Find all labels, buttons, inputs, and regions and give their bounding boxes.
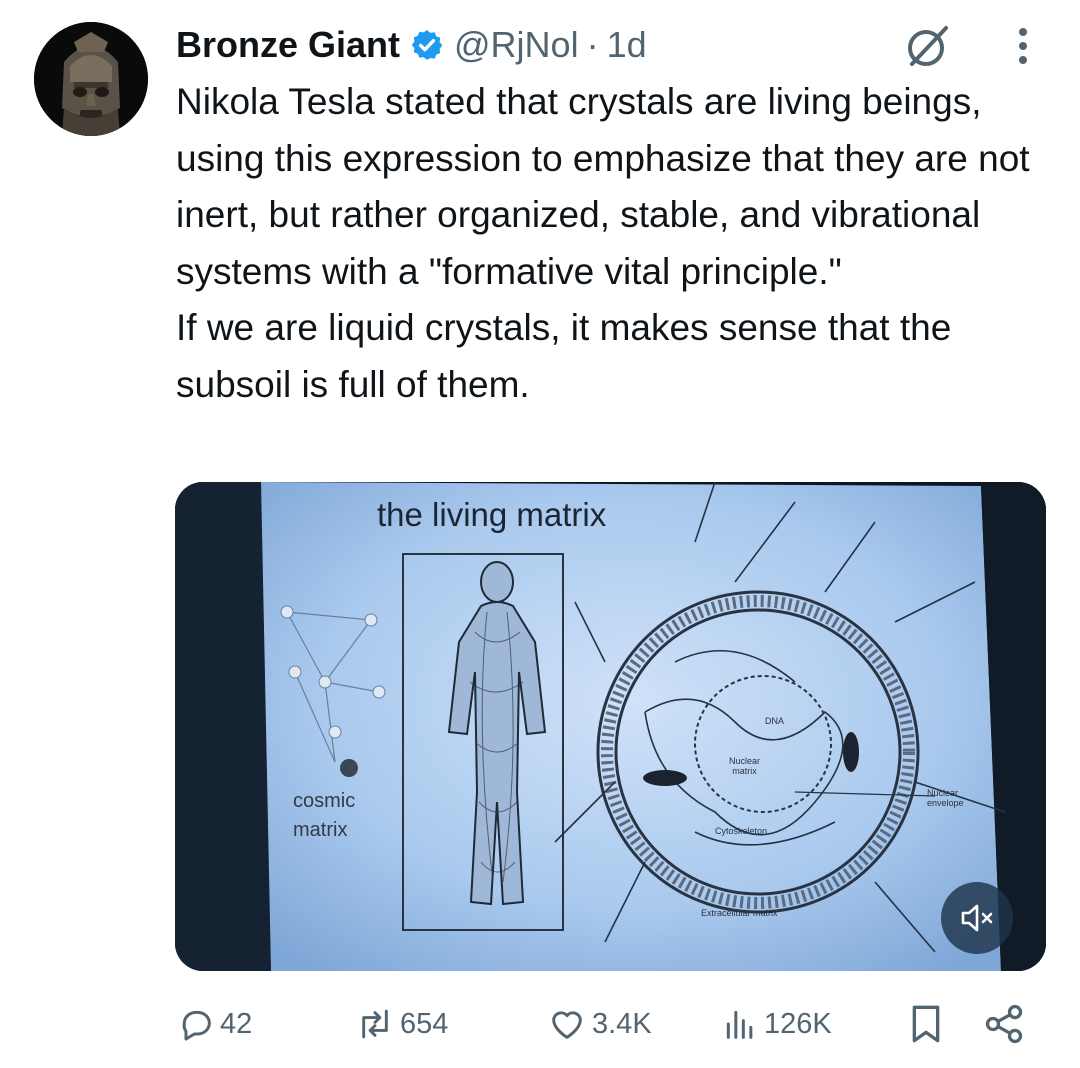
tweet-actions: 42 654 3.4K 126K [176,1000,1036,1048]
speaker-muted-icon [961,904,993,932]
tweet-header: Bronze Giant @RjNol · 1d [176,22,647,68]
slide-title: the living matrix [377,496,607,533]
mute-toggle-button[interactable] [941,882,1013,954]
tweet-text: Nikola Tesla stated that crystals are li… [176,74,1036,413]
repost-icon [362,1009,388,1039]
share-icon [985,1004,1023,1044]
verified-badge-icon [411,30,443,60]
bookmark-icon [912,1005,940,1043]
post-time[interactable]: 1d [607,22,647,68]
slide-label-line: Nuclear [729,756,761,766]
like-button[interactable]: 3.4K [546,1000,652,1048]
tweet-paragraph: If we are liquid crystals, it makes sens… [176,307,952,405]
slide-label-extracellular-matrix: Extracellular matrix [701,908,778,918]
repost-button[interactable]: 654 [354,1000,448,1048]
author-name[interactable]: Bronze Giant [176,22,400,68]
share-button[interactable] [982,1000,1026,1048]
reply-count: 42 [220,1007,253,1040]
repost-count: 654 [400,1007,449,1040]
separator-dot: · [586,24,599,65]
slide-label-cytoskeleton: Cytoskeleton [715,826,768,836]
views-chart-icon [726,1010,753,1039]
slide-label-nuclear-matrix: Nuclear matrix [729,756,760,776]
slide-label-line: envelope [927,798,964,808]
bookmark-button[interactable] [906,1000,946,1048]
views-button[interactable]: 126K [720,1000,832,1048]
reply-icon [182,1010,211,1041]
heart-icon [552,1011,582,1039]
slide-label-dna: DNA [765,716,785,726]
slide-label-nuclear-envelope: Nuclear envelope [927,788,964,808]
video-frame [175,482,1046,971]
bronze-mask-avatar [34,22,148,136]
more-options-icon[interactable] [1010,24,1036,68]
view-count: 126K [764,1007,832,1040]
tweet-paragraph: Nikola Tesla stated that crystals are li… [176,81,1030,292]
like-count: 3.4K [592,1007,652,1040]
author-avatar[interactable] [34,22,148,136]
slide-label-line: cosmic [293,790,356,812]
slide-label-line: matrix [293,819,348,841]
slide-label-cosmic-matrix: cosmic matrix [293,787,355,845]
slide-label-line: Nuclear [927,788,959,798]
grok-icon[interactable] [902,20,954,72]
reply-button[interactable]: 42 [176,1000,252,1048]
video-media[interactable]: the living matrix cosmic matrix DNA Nucl… [175,482,1046,971]
slide-label-line: matrix [732,766,757,776]
author-handle[interactable]: @RjNol [454,22,579,68]
